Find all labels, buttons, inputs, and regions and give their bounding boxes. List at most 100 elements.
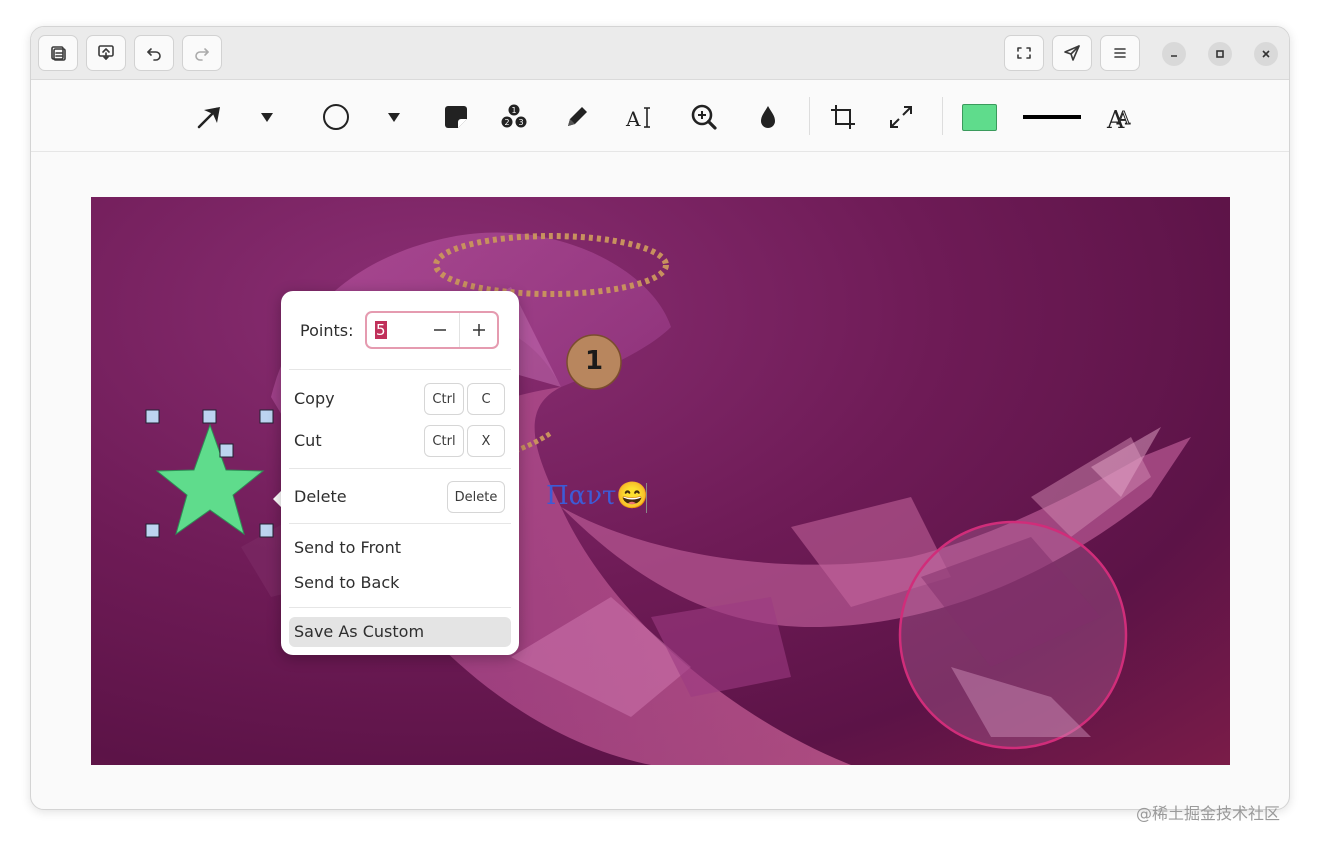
droplet-icon [761, 106, 775, 128]
minimize-button[interactable] [1162, 42, 1186, 66]
close-icon [1262, 50, 1270, 58]
selection-handle [145, 409, 160, 424]
fill-color-button[interactable] [960, 99, 998, 135]
save-as-custom-menu-item[interactable]: Save As Custom [289, 617, 511, 647]
document-icon-button[interactable] [38, 35, 78, 71]
shortcut-key: X [467, 425, 505, 457]
shortcut-key: Delete [447, 481, 505, 513]
undo-button[interactable] [134, 35, 174, 71]
delete-label: Delete [294, 487, 347, 506]
wallpaper-artwork [145, 232, 1191, 765]
points-spinbutton[interactable]: 5 [365, 311, 499, 349]
selection-handle [259, 409, 274, 424]
send-button[interactable] [1052, 35, 1092, 71]
magnifier-tool-button[interactable] [686, 99, 722, 135]
resize-tool-button[interactable] [883, 99, 919, 135]
expand-icon [890, 106, 912, 128]
save-image-button[interactable] [86, 35, 126, 71]
svg-text:A: A [625, 107, 641, 131]
arrow-style-dropdown[interactable] [249, 99, 285, 135]
points-increment-button[interactable] [460, 313, 498, 347]
shortcut-key: C [467, 383, 505, 415]
document-icon [51, 46, 66, 61]
font-icon: AA [1106, 106, 1132, 132]
numbered-markers-icon: 1 2 3 [501, 104, 527, 128]
send-to-back-label: Send to Back [294, 573, 400, 592]
toolbar-separator [809, 97, 810, 135]
selection-handle [145, 523, 160, 538]
maximize-icon [1216, 50, 1224, 58]
redo-button[interactable] [182, 35, 222, 71]
points-value[interactable]: 5 [375, 321, 387, 339]
selection-handle [219, 443, 234, 458]
stroke-width-preview [1023, 115, 1081, 119]
font-button[interactable]: AA [1103, 99, 1139, 135]
svg-text:A: A [1116, 108, 1131, 129]
delete-menu-item[interactable]: Delete Delete [281, 477, 519, 517]
text-cursor-icon: A [625, 107, 650, 131]
chevron-down-icon [388, 113, 400, 122]
crop-tool-button[interactable] [825, 99, 861, 135]
text-caret [646, 483, 647, 513]
watermark-text: @稀土掘金技术社区 [1136, 804, 1281, 823]
svg-text:3: 3 [518, 118, 523, 127]
number-marker-tool-button[interactable]: 1 2 3 [496, 99, 532, 135]
shortcut-key: Ctrl [424, 425, 464, 457]
pencil-tool-button[interactable] [559, 99, 595, 135]
plus-icon [473, 324, 485, 336]
points-label: Points: [300, 321, 354, 340]
pencil-icon [568, 107, 587, 126]
minus-icon [434, 329, 446, 331]
header-bar [31, 27, 1289, 80]
toolbar-separator [942, 97, 943, 135]
screenshot-canvas[interactable]: 1 Παντ😄 [91, 197, 1230, 765]
menu-divider [289, 607, 511, 608]
zoom-in-icon [691, 104, 717, 130]
menu-divider [289, 468, 511, 469]
crop-icon [831, 105, 855, 129]
app-window: 1 2 3 A AA 1 Παντ😄 Points: 5 Copy Ctrl C… [30, 26, 1290, 810]
send-icon [1064, 45, 1080, 61]
shortcut-key: Ctrl [424, 383, 464, 415]
svg-text:2: 2 [504, 118, 509, 127]
sticker-tool-button[interactable] [438, 99, 474, 135]
arrow-tool-button[interactable] [191, 99, 227, 135]
cut-menu-item[interactable]: Cut Ctrl X [281, 421, 519, 461]
capture-region-button[interactable] [1004, 35, 1044, 71]
arrow-icon [197, 107, 220, 129]
send-to-front-menu-item[interactable]: Send to Front [281, 534, 519, 566]
blur-tool-button[interactable] [750, 99, 786, 135]
undo-icon [147, 48, 161, 61]
hamburger-menu-icon [1114, 48, 1126, 58]
sticker-icon [445, 106, 467, 128]
menu-divider [289, 523, 511, 524]
context-menu: Points: 5 Copy Ctrl C Cut Ctrl X Delete … [281, 291, 519, 655]
minimize-icon [1171, 55, 1177, 57]
text-tool-button[interactable]: A [622, 99, 658, 135]
redo-icon [195, 48, 209, 61]
selection-handle [202, 409, 217, 424]
cut-label: Cut [294, 431, 322, 450]
points-decrement-button[interactable] [421, 313, 459, 347]
stroke-width-button[interactable] [1021, 99, 1083, 135]
image-save-icon [98, 45, 114, 60]
circle-icon [323, 104, 349, 130]
fill-color-swatch [961, 103, 997, 131]
maximize-button[interactable] [1208, 42, 1232, 66]
copy-label: Copy [294, 389, 335, 408]
chevron-down-icon [261, 113, 273, 122]
ellipse-tool-button[interactable] [318, 99, 354, 135]
counter-marker-label: 1 [584, 346, 604, 376]
send-to-back-menu-item[interactable]: Send to Back [281, 569, 519, 601]
save-as-custom-label: Save As Custom [294, 622, 425, 641]
tool-bar: 1 2 3 A AA [31, 81, 1289, 152]
shape-style-dropdown[interactable] [376, 99, 412, 135]
text-annotation[interactable]: Παντ😄 [546, 481, 649, 511]
star-shape-selected [145, 409, 274, 538]
menu-divider [289, 369, 511, 370]
copy-menu-item[interactable]: Copy Ctrl C [281, 379, 519, 419]
main-menu-button[interactable] [1100, 35, 1140, 71]
screenshot-region-icon [1017, 47, 1031, 59]
close-button[interactable] [1254, 42, 1278, 66]
send-to-front-label: Send to Front [294, 538, 401, 557]
